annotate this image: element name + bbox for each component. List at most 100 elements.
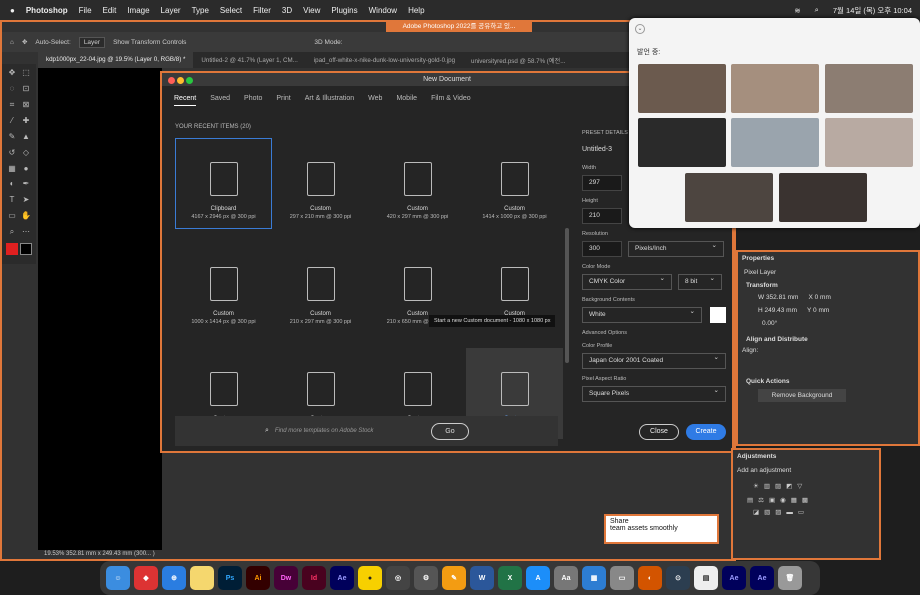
move-icon[interactable]: ✥ [22,38,27,46]
x-value[interactable]: X 0 mm [808,294,830,301]
color-profile-select[interactable]: Japan Color 2001 Coated [582,351,726,369]
apple-icon[interactable]: ● [10,6,15,15]
participant-video[interactable] [731,64,819,113]
advanced-options-toggle[interactable]: Advanced Options [582,330,732,336]
tab-recent[interactable]: Recent [174,95,197,106]
app-store-icon[interactable]: A [526,566,550,590]
bit-depth-select[interactable]: 8 bit [678,272,722,290]
pixel-aspect-select[interactable]: Square Pixels [582,384,726,402]
clock[interactable]: 7월 14일 (목) 오후 10:04 [833,5,912,16]
adjustment-icons-row2[interactable]: ▤⚖▣◉▦▩ [733,494,879,506]
menu-select[interactable]: Select [220,6,242,15]
history-brush-icon[interactable]: ↺ [6,148,18,162]
menu-help[interactable]: Help [408,6,424,15]
font-book-icon[interactable]: Aa [554,566,578,590]
tab-saved[interactable]: Saved [210,95,230,106]
participant-video[interactable] [731,118,819,167]
go-button[interactable]: Go [430,422,469,440]
recent-item[interactable]: Custom 210 x 297 mm @ 300 ppi [272,243,369,334]
after-effects-file-icon-2[interactable]: Ae [750,566,774,590]
kakaotalk-icon[interactable]: ● [358,566,382,590]
notes-icon[interactable] [190,566,214,590]
auto-select-label[interactable]: Auto-Select: [35,39,70,46]
menu-view[interactable]: View [303,6,320,15]
tab-document-1[interactable]: kdp1000px_22-04.jpg @ 19.5% (Layer 0, RG… [38,52,194,68]
select-tool-icon[interactable]: ⊡ [20,84,32,98]
tab-film[interactable]: Film & Video [431,95,471,106]
finder-icon[interactable]: ☺ [106,566,130,590]
stock-search-input[interactable]: Find more templates on Adobe Stock [275,428,425,434]
type-tool-icon[interactable]: T [6,195,18,209]
tab-print[interactable]: Print [276,95,290,106]
illustrator-icon[interactable]: Ai [246,566,270,590]
heal-tool-icon[interactable]: ✚ [20,116,32,130]
tab-photo[interactable]: Photo [244,95,262,106]
app-icon-3[interactable]: ◐ [638,566,662,590]
adjustment-icons-row3[interactable]: ◪▧▨▬▭ [733,506,879,518]
tab-web[interactable]: Web [368,95,382,106]
trash-icon[interactable]: 🗑 [778,566,802,590]
menu-file[interactable]: File [79,6,92,15]
recent-item[interactable]: Custom 1414 x 1000 px @ 300 ppi [466,138,563,229]
excel-icon[interactable]: X [498,566,522,590]
after-effects-icon[interactable]: Ae [330,566,354,590]
word-icon[interactable]: W [470,566,494,590]
menu-window[interactable]: Window [369,6,397,15]
shape-tool-icon[interactable]: ▭ [6,211,18,225]
pages-icon[interactable]: ✎ [442,566,466,590]
tab-document-2[interactable]: Untitled-2 @ 41.7% (Layer 1, CM... [193,57,305,64]
transform-section[interactable]: Transform [738,280,918,291]
tab-mobile[interactable]: Mobile [396,95,417,106]
dodge-tool-icon[interactable]: ◐ [6,179,18,193]
eraser-tool-icon[interactable]: ◇ [20,148,32,162]
more-tools-icon[interactable]: ⋯ [20,227,32,242]
participant-video[interactable] [638,64,726,113]
menu-plugins[interactable]: Plugins [331,6,357,15]
minimize-window-icon[interactable] [176,77,184,84]
settings-icon[interactable]: ⚙ [414,566,438,590]
maximize-window-icon[interactable] [185,77,193,84]
stamp-tool-icon[interactable]: ▲ [20,132,32,146]
menu-filter[interactable]: Filter [253,6,271,15]
menu-type[interactable]: Type [192,6,209,15]
background-select[interactable]: White [582,305,702,323]
app-icon[interactable]: ◆ [134,566,158,590]
recent-item[interactable]: Custom 1000 x 1414 px @ 300 ppi [175,243,272,334]
tab-document-3[interactable]: ipad_off-white-x-nike-dunk-low-universit… [306,57,463,64]
zoom-tool-icon[interactable]: ⌕ [6,227,18,242]
brush-tool-icon[interactable]: ✎ [6,132,18,146]
menu-image[interactable]: Image [127,6,149,15]
menu-app-name[interactable]: Photoshop [26,6,68,15]
align-section[interactable]: Align and Distribute [738,330,918,345]
move-tool-icon[interactable]: ✥ [6,68,18,82]
photoshop-icon[interactable]: Ps [218,566,242,590]
blur-tool-icon[interactable]: ● [20,164,32,178]
participant-video[interactable] [779,173,867,222]
quick-actions-section[interactable]: Quick Actions [738,356,918,389]
app-icon-2[interactable]: ▦ [582,566,606,590]
scrollbar[interactable] [565,228,569,363]
preview-icon[interactable]: ▭ [610,566,634,590]
document-canvas[interactable] [38,68,162,550]
remove-background-button[interactable]: Remove Background [758,389,846,402]
width-value[interactable]: W 352.81 mm [758,294,798,301]
recent-item[interactable]: Clipboard 4167 x 2946 px @ 300 ppi [175,138,272,229]
search-icon[interactable]: ⌕ [815,5,819,15]
menu-layer[interactable]: Layer [161,6,181,15]
resolution-unit-select[interactable]: Pixels/Inch [628,239,724,257]
transform-controls-checkbox[interactable]: Show Transform Controls [113,39,186,46]
recent-item[interactable]: Custom 297 x 210 mm @ 300 ppi [272,138,369,229]
resolution-field[interactable]: 300 [582,241,622,257]
home-icon[interactable]: ⌂ [10,39,14,46]
recent-item[interactable]: Custom 420 x 297 mm @ 300 ppi [369,138,466,229]
background-color-swatch[interactable] [20,243,32,256]
participant-video[interactable] [825,64,913,113]
adjustment-icons[interactable]: ☀▥▨◩▽ [733,478,879,494]
create-button[interactable]: Create [686,424,726,440]
color-mode-select[interactable]: CMYK Color [582,272,672,290]
app-icon-4[interactable]: ⊙ [666,566,690,590]
height-field[interactable]: 210 [582,208,622,224]
safari-icon[interactable]: ⊕ [162,566,186,590]
lasso-tool-icon[interactable]: ◌ [6,84,18,98]
close-window-icon[interactable] [168,77,175,84]
